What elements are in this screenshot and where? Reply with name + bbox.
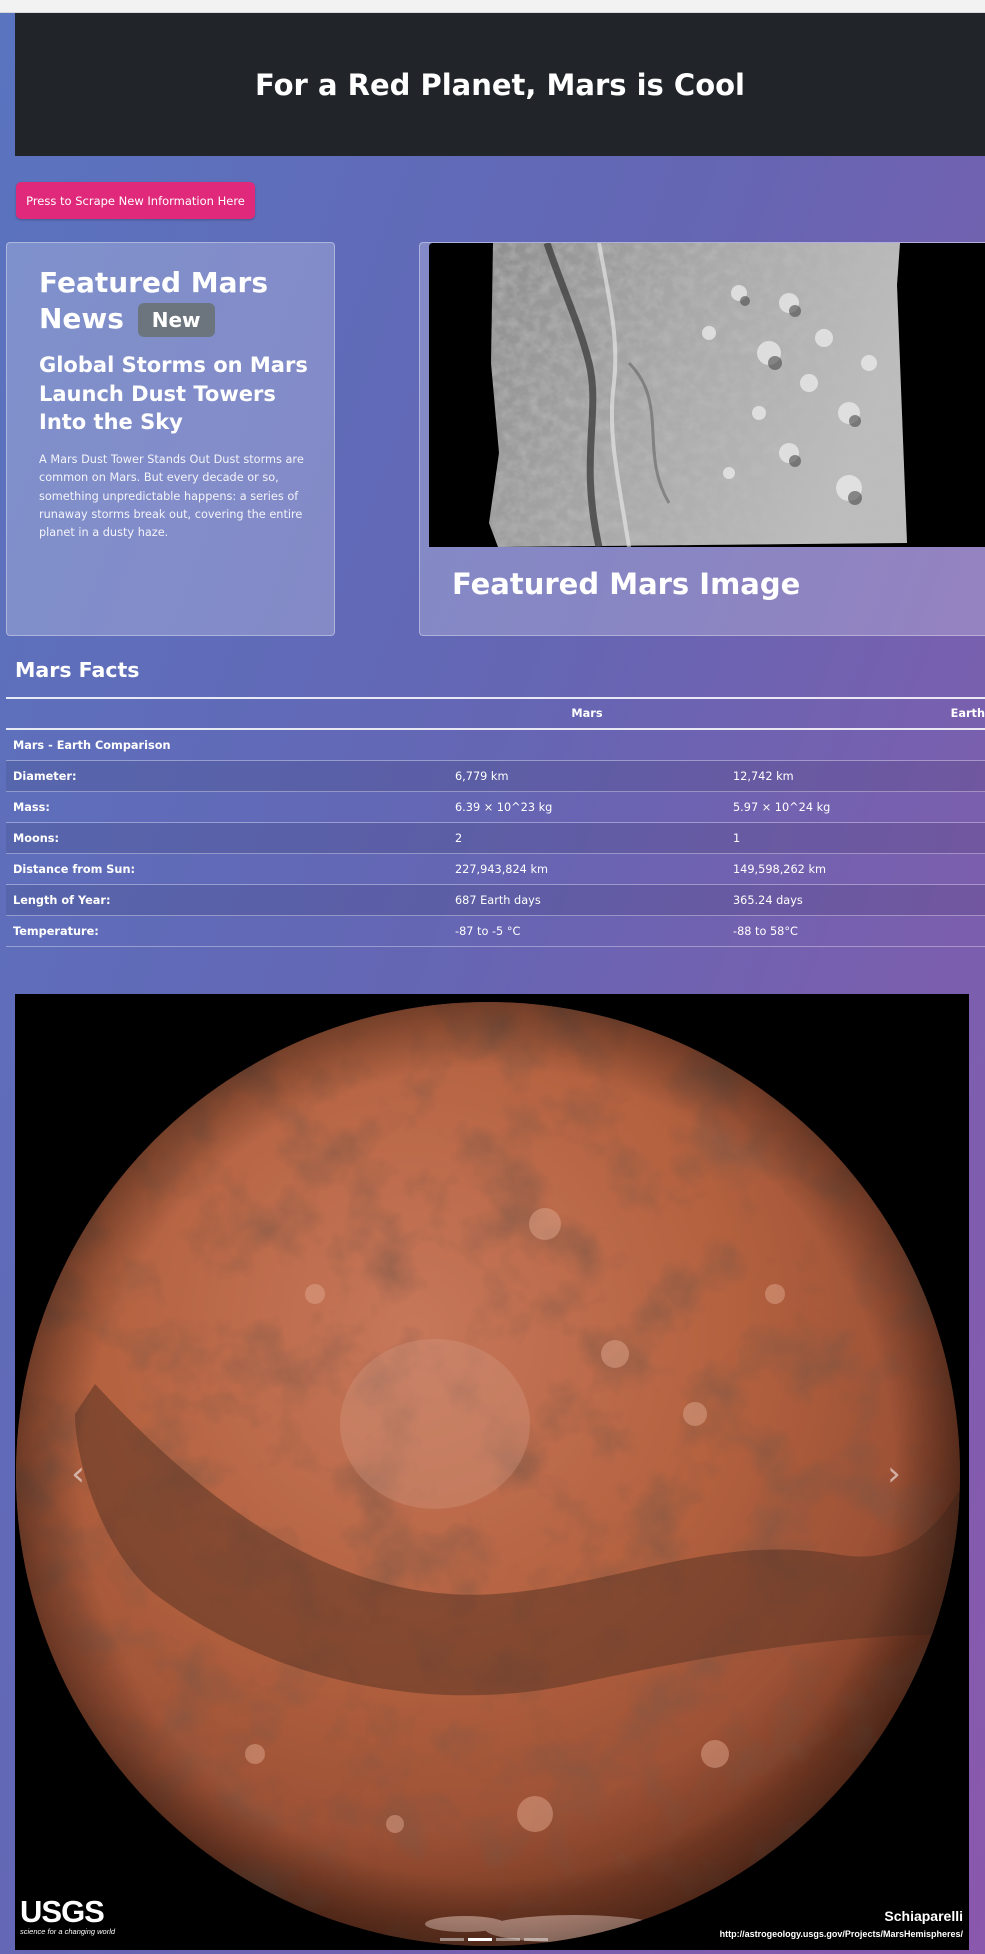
mars-hemisphere-image <box>15 994 969 1950</box>
table-row: Mass: 6.39 × 10^23 kg 5.97 × 10^24 kg <box>6 791 985 823</box>
news-heading: Featured Mars News New <box>39 265 329 337</box>
carousel-prev-button[interactable]: ‹ <box>58 1444 98 1504</box>
table-row: Temperature: -87 to -5 °C -88 to 58°C <box>6 915 985 947</box>
news-title[interactable]: Global Storms on Mars Launch Dust Towers… <box>39 351 309 437</box>
earth-value: 365.24 days <box>726 884 985 916</box>
mars-value: 6.39 × 10^23 kg <box>448 791 726 823</box>
earth-value: 12,742 km <box>726 760 985 792</box>
featured-news-card: Featured Mars News New Global Storms on … <box>6 242 335 636</box>
carousel-indicator[interactable] <box>496 1938 520 1941</box>
scrape-button[interactable]: Press to Scrape New Information Here <box>16 182 255 219</box>
mars-facts-table: Mars Earth Mars - Earth Comparison Diame… <box>6 697 985 947</box>
page-header: For a Red Planet, Mars is Cool <box>15 13 985 156</box>
mars-value <box>448 728 726 761</box>
carousel-indicator[interactable] <box>440 1938 464 1941</box>
carousel-next-button[interactable]: › <box>874 1444 914 1504</box>
row-label: Distance from Sun: <box>6 853 448 885</box>
mars-value: 2 <box>448 822 726 854</box>
table-row: Mars - Earth Comparison <box>6 728 985 761</box>
table-row: Distance from Sun: 227,943,824 km 149,59… <box>6 853 985 885</box>
hemisphere-url: http://astrogeology.usgs.gov/Projects/Ma… <box>719 1929 963 1939</box>
hemisphere-name: Schiaparelli <box>884 1908 963 1924</box>
row-label: Length of Year: <box>6 884 448 916</box>
table-row: Length of Year: 687 Earth days 365.24 da… <box>6 884 985 916</box>
hemisphere-carousel: ‹ › USGS science for a changing world Sc… <box>15 994 969 1950</box>
table-row: Moons: 2 1 <box>6 822 985 854</box>
carousel-indicator[interactable] <box>524 1938 548 1941</box>
featured-image-caption: Featured Mars Image <box>452 567 801 601</box>
facts-title: Mars Facts <box>15 658 140 682</box>
column-header-mars: Mars <box>448 697 726 730</box>
carousel-indicators <box>440 1938 548 1941</box>
mars-surface-image <box>429 243 985 547</box>
earth-value: -88 to 58°C <box>726 915 985 947</box>
mars-value: 227,943,824 km <box>448 853 726 885</box>
row-label: Mars - Earth Comparison <box>6 728 448 761</box>
earth-value: 149,598,262 km <box>726 853 985 885</box>
chevron-right-icon: › <box>887 1454 901 1494</box>
usgs-logo: USGS science for a changing world <box>20 1894 116 1936</box>
row-label: Diameter: <box>6 760 448 792</box>
column-header-earth: Earth <box>726 697 985 730</box>
table-row: Diameter: 6,779 km 12,742 km <box>6 760 985 792</box>
column-header <box>6 697 448 730</box>
row-label: Temperature: <box>6 915 448 947</box>
news-paragraph: A Mars Dust Tower Stands Out Dust storms… <box>39 453 304 540</box>
table-header-row: Mars Earth <box>6 697 985 730</box>
browser-top-edge <box>0 0 985 13</box>
row-label: Mass: <box>6 791 448 823</box>
page-title: For a Red Planet, Mars is Cool <box>255 67 745 102</box>
carousel-indicator-active[interactable] <box>468 1938 492 1941</box>
earth-value <box>726 728 985 761</box>
chevron-left-icon: ‹ <box>71 1454 85 1494</box>
featured-image-card: Featured Mars Image <box>419 242 985 636</box>
earth-value: 5.97 × 10^24 kg <box>726 791 985 823</box>
mars-value: 6,779 km <box>448 760 726 792</box>
new-badge: New <box>137 303 215 337</box>
mars-value: 687 Earth days <box>448 884 726 916</box>
usgs-tagline: science for a changing world <box>20 1927 116 1936</box>
featured-image[interactable] <box>429 243 985 547</box>
mars-value: -87 to -5 °C <box>448 915 726 947</box>
usgs-logo-text: USGS <box>20 1894 105 1929</box>
earth-value: 1 <box>726 822 985 854</box>
row-label: Moons: <box>6 822 448 854</box>
